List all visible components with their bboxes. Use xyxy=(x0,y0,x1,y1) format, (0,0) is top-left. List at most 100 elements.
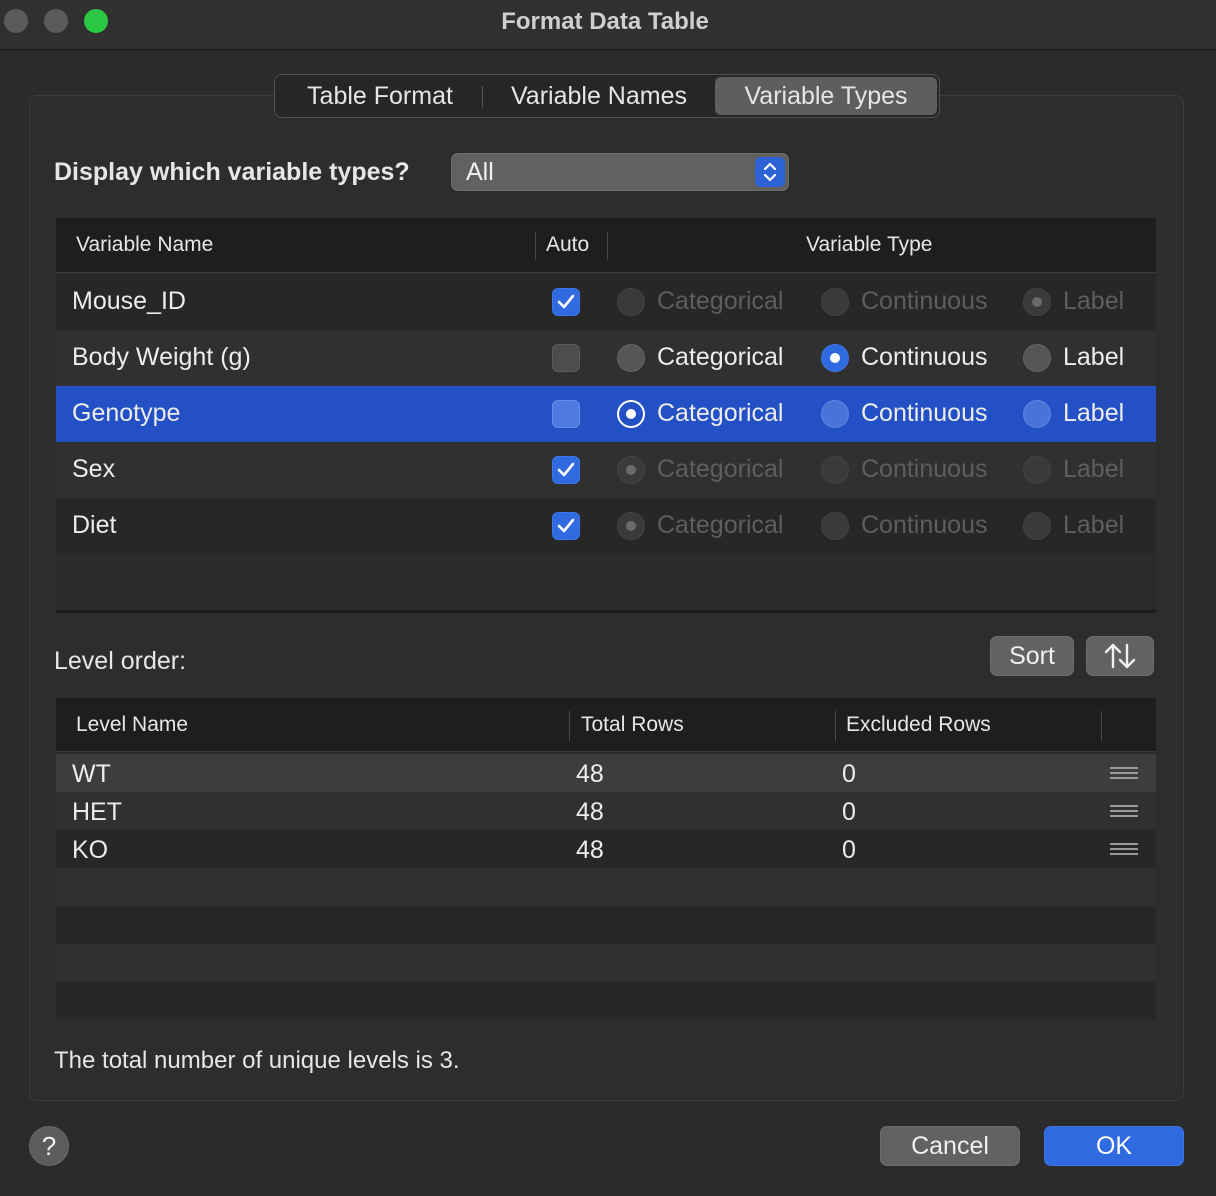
radio-label-label: Label xyxy=(1063,287,1125,315)
tab-variable-names[interactable]: Variable Names xyxy=(483,77,715,115)
table-header: Variable Name Auto Variable Type xyxy=(56,218,1156,273)
radio-categorical[interactable] xyxy=(617,288,645,316)
radio-label[interactable] xyxy=(1023,344,1051,372)
level-name: HET xyxy=(72,798,122,826)
radio-label-categorical: Categorical xyxy=(657,343,784,371)
table-header: Level Name Total Rows Excluded Rows xyxy=(56,698,1156,752)
column-divider xyxy=(535,232,536,260)
column-divider xyxy=(569,711,570,741)
reverse-order-button[interactable] xyxy=(1086,636,1154,676)
radio-label-continuous: Continuous xyxy=(861,343,988,371)
checkmark-icon xyxy=(557,518,575,533)
radio-label-continuous: Continuous xyxy=(861,511,988,539)
radio-label[interactable] xyxy=(1023,400,1051,428)
radio-label-label: Label xyxy=(1063,455,1125,483)
radio-label-label: Label xyxy=(1063,399,1125,427)
window-title: Format Data Table xyxy=(501,8,709,35)
level-name: KO xyxy=(72,836,109,864)
radio-label[interactable] xyxy=(1023,288,1051,316)
variable-types-table: Variable Name Auto Variable Type Mouse_I… xyxy=(56,218,1156,614)
radio-label-categorical: Categorical xyxy=(657,399,784,427)
table-bottom-border xyxy=(56,610,1156,613)
level-name: WT xyxy=(72,760,111,788)
select-value: All xyxy=(466,158,494,186)
radio-label-label: Label xyxy=(1063,511,1125,539)
column-header-variable-type[interactable]: Variable Type xyxy=(806,233,932,257)
cancel-button[interactable]: Cancel xyxy=(880,1126,1020,1166)
tab-variable-types[interactable]: Variable Types xyxy=(715,77,937,115)
variable-type-filter-label: Display which variable types? xyxy=(54,158,410,186)
table-row[interactable]: Body Weight (g) Categorical Continuous L… xyxy=(56,330,1156,386)
variable-type-filter-select[interactable]: All xyxy=(451,153,789,191)
chevron-up-down-icon xyxy=(755,157,785,187)
radio-continuous[interactable] xyxy=(821,344,849,372)
column-header-total-rows[interactable]: Total Rows xyxy=(581,713,684,737)
excluded-rows: 0 xyxy=(842,836,856,864)
excluded-rows: 0 xyxy=(842,798,856,826)
level-order-label: Level order: xyxy=(54,647,187,675)
column-divider xyxy=(1101,711,1102,741)
radio-categorical[interactable] xyxy=(617,456,645,484)
excluded-rows: 0 xyxy=(842,760,856,788)
checkmark-icon xyxy=(557,294,575,309)
radio-label-categorical: Categorical xyxy=(657,287,784,315)
drag-handle-icon[interactable] xyxy=(1110,805,1138,817)
radio-label-label: Label xyxy=(1063,343,1125,371)
drag-handle-icon[interactable] xyxy=(1110,767,1138,779)
column-divider xyxy=(835,711,836,741)
column-header-auto[interactable]: Auto xyxy=(546,233,589,257)
radio-label-continuous: Continuous xyxy=(861,287,988,315)
auto-checkbox[interactable] xyxy=(552,400,580,428)
radio-continuous[interactable] xyxy=(821,400,849,428)
auto-checkbox[interactable] xyxy=(552,288,580,316)
ok-button[interactable]: OK xyxy=(1044,1126,1184,1166)
sort-arrows-icon xyxy=(1104,643,1136,669)
radio-label[interactable] xyxy=(1023,512,1051,540)
table-row[interactable]: HET 48 0 xyxy=(56,792,1156,830)
total-rows: 48 xyxy=(576,836,604,864)
column-header-excluded-rows[interactable]: Excluded Rows xyxy=(846,713,991,737)
variable-name: Sex xyxy=(72,455,116,483)
radio-continuous[interactable] xyxy=(821,456,849,484)
sort-button[interactable]: Sort xyxy=(990,636,1074,676)
variable-name: Mouse_ID xyxy=(72,287,186,315)
title-bar: Format Data Table xyxy=(0,0,1216,50)
auto-checkbox[interactable] xyxy=(552,344,580,372)
radio-label-categorical: Categorical xyxy=(657,455,784,483)
radio-label-continuous: Continuous xyxy=(861,399,988,427)
radio-categorical[interactable] xyxy=(617,400,645,428)
level-order-table: Level Name Total Rows Excluded Rows WT 4… xyxy=(56,698,1156,1020)
variable-name: Genotype xyxy=(72,399,181,427)
checkmark-icon xyxy=(557,462,575,477)
auto-checkbox[interactable] xyxy=(552,456,580,484)
radio-continuous[interactable] xyxy=(821,512,849,540)
empty-row xyxy=(56,906,1156,944)
auto-checkbox[interactable] xyxy=(552,512,580,540)
radio-label[interactable] xyxy=(1023,456,1051,484)
table-row[interactable]: KO 48 0 xyxy=(56,830,1156,868)
table-row[interactable]: Diet Categorical Continuous Label xyxy=(56,498,1156,554)
unique-levels-summary: The total number of unique levels is 3. xyxy=(54,1047,460,1074)
radio-label-categorical: Categorical xyxy=(657,511,784,539)
radio-label-continuous: Continuous xyxy=(861,455,988,483)
help-button[interactable]: ? xyxy=(29,1126,69,1166)
column-header-level-name[interactable]: Level Name xyxy=(76,713,188,737)
table-row-selected[interactable]: Genotype Categorical Continuous Label xyxy=(56,386,1156,442)
variable-name: Diet xyxy=(72,511,117,539)
radio-categorical[interactable] xyxy=(617,512,645,540)
table-row[interactable]: Mouse_ID Categorical Continuous Label xyxy=(56,274,1156,330)
column-header-variable-name[interactable]: Variable Name xyxy=(76,233,213,257)
empty-row xyxy=(56,868,1156,906)
empty-row xyxy=(56,944,1156,982)
tab-bar: Table Format Variable Names Variable Typ… xyxy=(274,74,940,118)
total-rows: 48 xyxy=(576,760,604,788)
drag-handle-icon[interactable] xyxy=(1110,843,1138,855)
radio-categorical[interactable] xyxy=(617,344,645,372)
total-rows: 48 xyxy=(576,798,604,826)
table-row[interactable]: WT 48 0 xyxy=(56,754,1156,792)
table-row[interactable]: Sex Categorical Continuous Label xyxy=(56,442,1156,498)
tab-table-format[interactable]: Table Format xyxy=(277,77,483,115)
radio-continuous[interactable] xyxy=(821,288,849,316)
variable-name: Body Weight (g) xyxy=(72,343,251,371)
column-divider xyxy=(607,232,608,260)
